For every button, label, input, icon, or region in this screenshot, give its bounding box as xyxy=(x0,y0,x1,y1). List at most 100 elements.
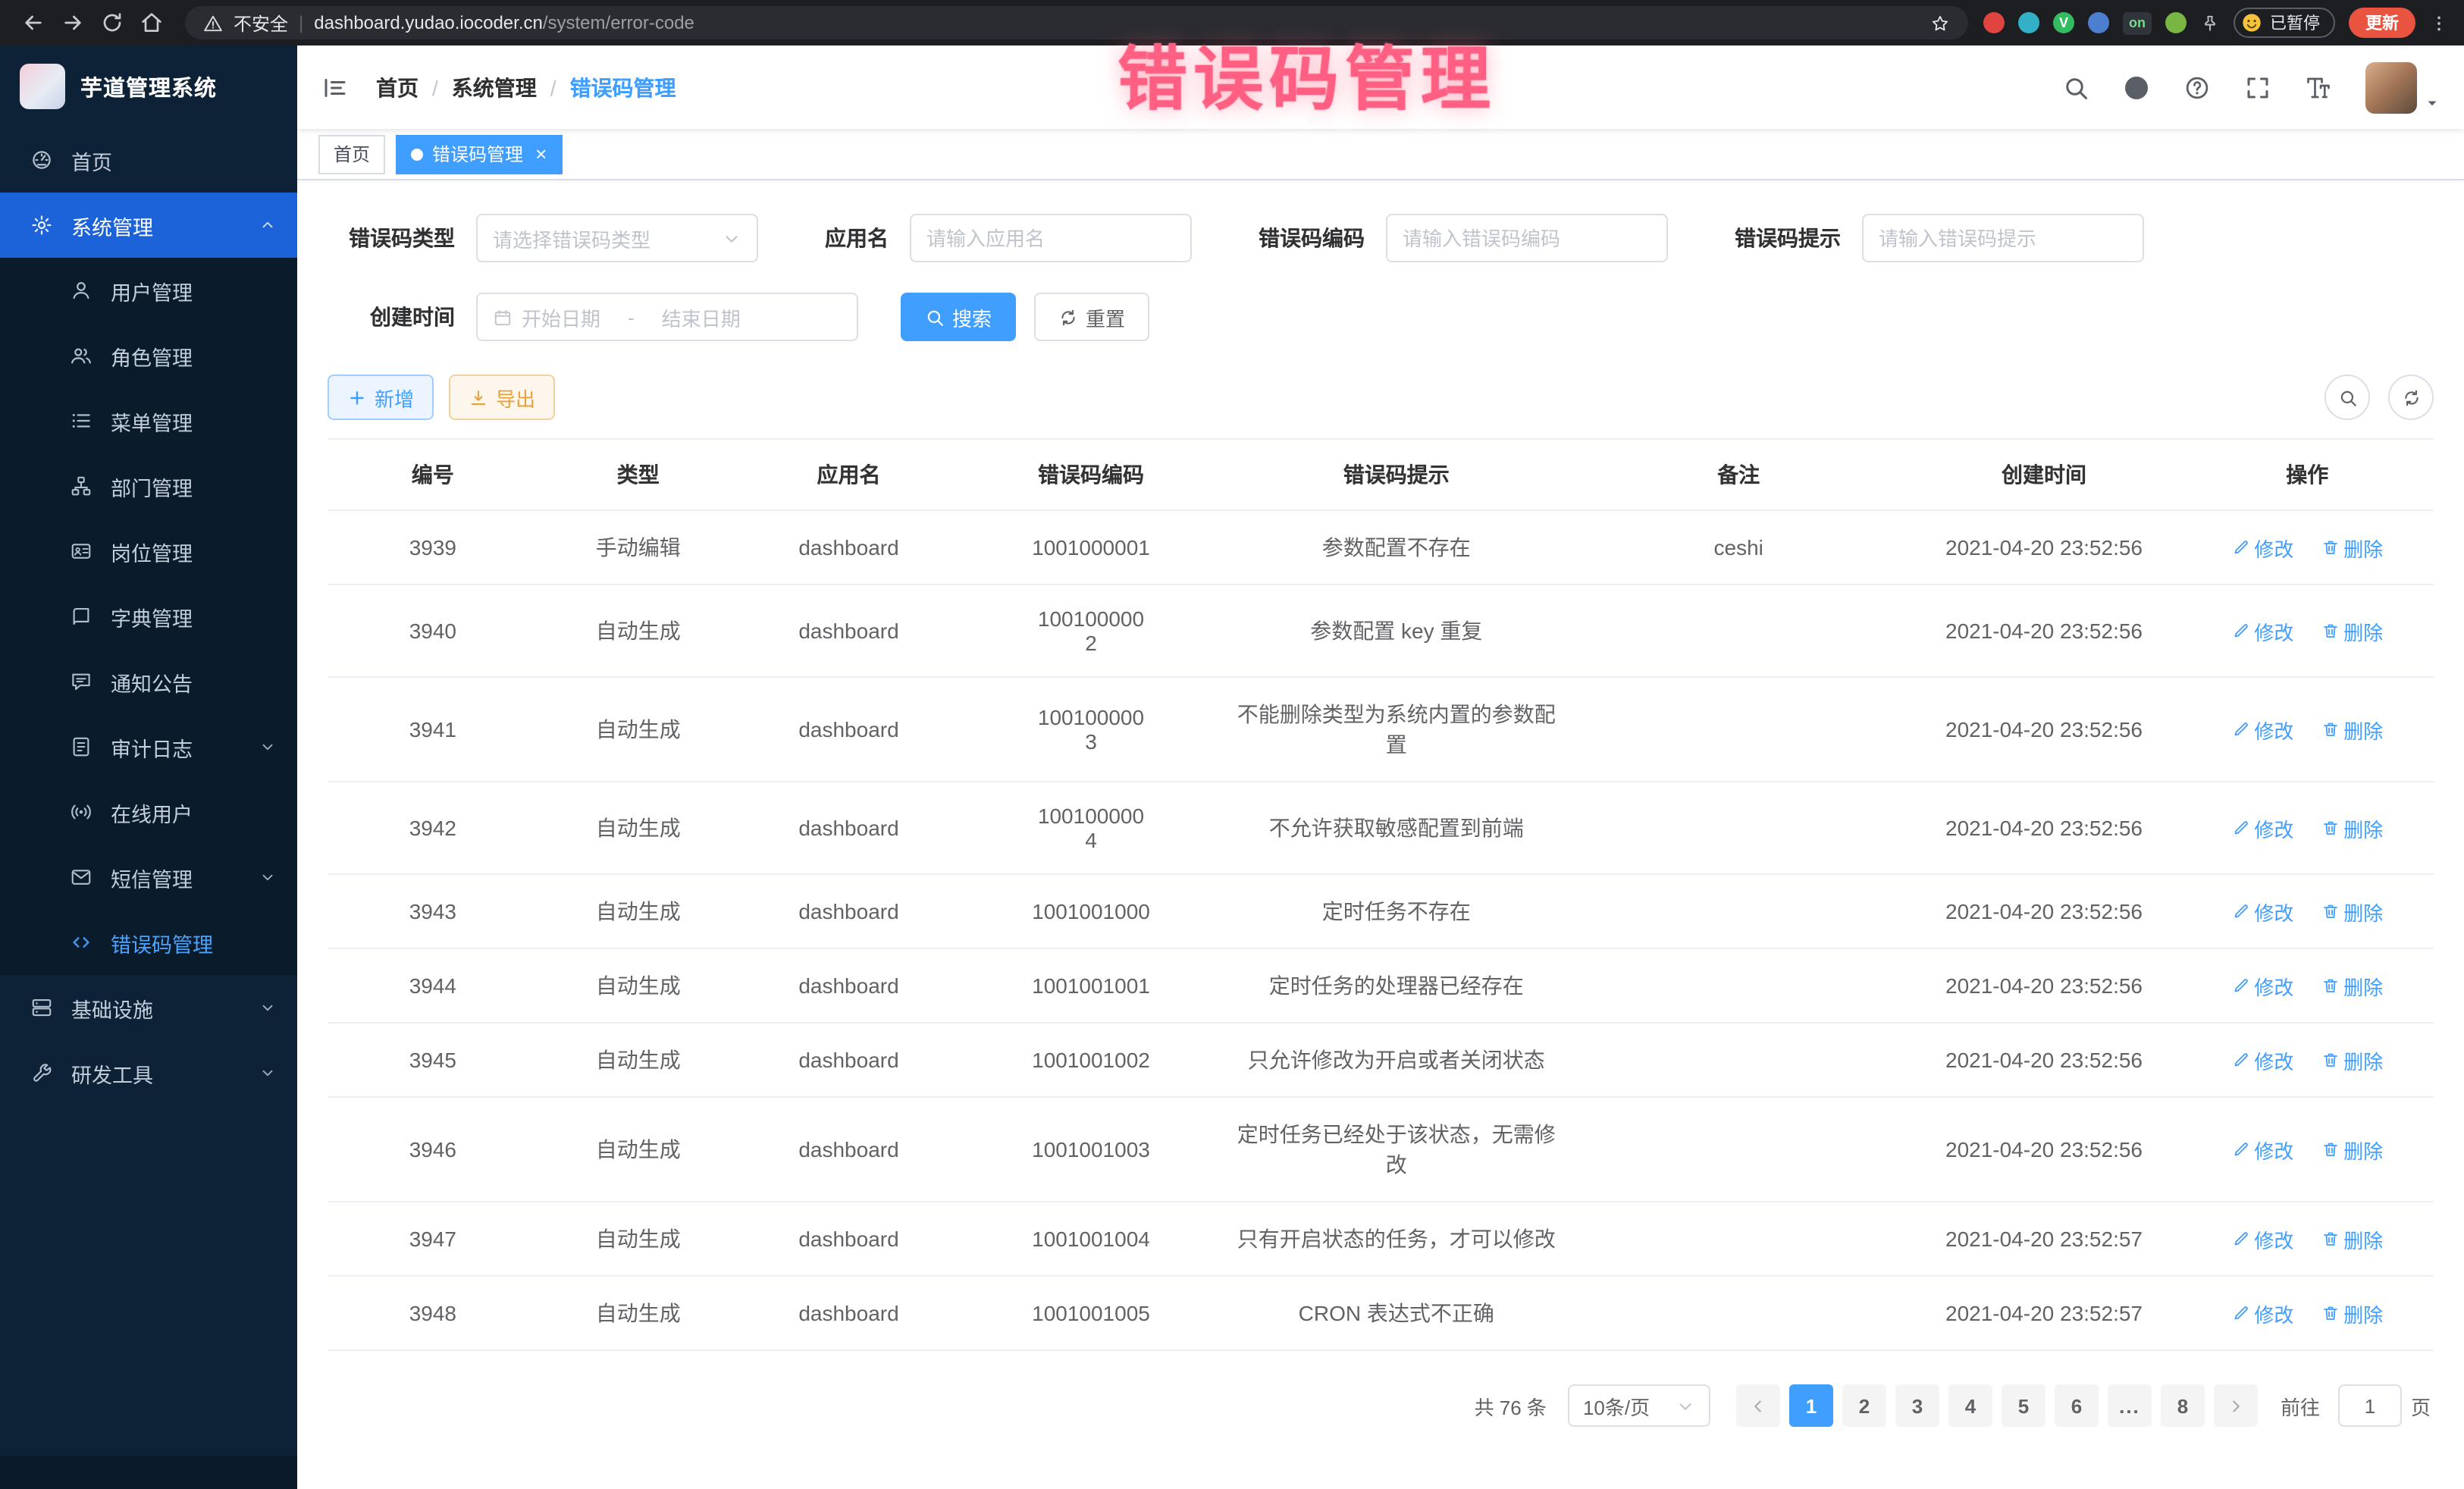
menu-item-label: 基础设施 xyxy=(71,992,153,1023)
bookmark-star-icon[interactable] xyxy=(1930,13,1950,33)
reset-button[interactable]: 重置 xyxy=(1034,293,1149,341)
vue-devtools-icon[interactable]: V xyxy=(2053,12,2074,33)
pager-page-5[interactable]: 5 xyxy=(2002,1384,2045,1427)
tab-error-code[interactable]: 错误码管理 × xyxy=(396,134,562,174)
extension-on-badge[interactable]: on xyxy=(2123,11,2152,34)
browser-home-button[interactable] xyxy=(133,5,170,41)
breadcrumb-home[interactable]: 首页 xyxy=(376,72,419,102)
profile-chip[interactable]: 已暂停 xyxy=(2234,8,2335,38)
sidebar-item-online-user[interactable]: 在线用户 xyxy=(0,779,297,845)
sidebar-item-notice[interactable]: 通知公告 xyxy=(0,649,297,714)
sidebar-item-post-management[interactable]: 岗位管理 xyxy=(0,519,297,584)
update-button[interactable]: 更新 xyxy=(2349,8,2415,38)
sidebar-item-sms-management[interactable]: 短信管理 xyxy=(0,845,297,910)
menu-item-label: 通知公告 xyxy=(111,666,193,697)
tab-close-icon[interactable]: × xyxy=(535,144,547,164)
delete-link[interactable]: 删除 xyxy=(2321,1224,2383,1253)
add-button[interactable]: 新增 xyxy=(328,375,434,420)
fullscreen-icon[interactable] xyxy=(2244,74,2271,101)
extension-icon-blue[interactable] xyxy=(2088,12,2109,33)
cell-time: 2021-04-20 23:52:57 xyxy=(1907,1202,2180,1276)
edit-link[interactable]: 修改 xyxy=(2231,813,2293,842)
cell-code: 1001001002 xyxy=(959,1023,1222,1097)
export-button[interactable]: 导出 xyxy=(449,375,555,420)
delete-link[interactable]: 删除 xyxy=(2321,1135,2383,1164)
sidebar-item-error-code-management[interactable]: 错误码管理 xyxy=(0,910,297,975)
app-title: 芋道管理系统 xyxy=(80,71,217,102)
menu-item-icon xyxy=(70,344,92,367)
browser-reload-button[interactable] xyxy=(94,5,130,41)
github-icon[interactable] xyxy=(2123,74,2150,101)
trash-icon xyxy=(2321,1304,2339,1322)
error-msg-input[interactable] xyxy=(1862,214,2144,262)
sidebar-item-home[interactable]: 首页 xyxy=(0,127,297,193)
error-code-input[interactable] xyxy=(1386,214,1668,262)
extension-icon-red[interactable] xyxy=(1983,12,2005,33)
edit-link[interactable]: 修改 xyxy=(2231,1299,2293,1328)
app-name-input[interactable] xyxy=(910,214,1192,262)
header-search-icon[interactable] xyxy=(2062,74,2089,101)
cell-code: 1001000002 xyxy=(959,585,1222,677)
pager-page-1[interactable]: 1 xyxy=(1789,1384,1833,1427)
delete-link[interactable]: 删除 xyxy=(2321,1299,2383,1328)
edit-link[interactable]: 修改 xyxy=(2231,616,2293,645)
menu-arrow-icon xyxy=(259,869,276,886)
browser-forward-button[interactable] xyxy=(55,5,91,41)
extensions-pin-icon[interactable] xyxy=(2200,13,2220,33)
edit-link[interactable]: 修改 xyxy=(2231,1135,2293,1164)
sidebar-item-user-management[interactable]: 用户管理 xyxy=(0,258,297,323)
user-avatar[interactable] xyxy=(2365,61,2440,113)
edit-link[interactable]: 修改 xyxy=(2231,897,2293,926)
sidebar-item-audit-log[interactable]: 审计日志 xyxy=(0,714,297,779)
delete-link[interactable]: 删除 xyxy=(2321,533,2383,562)
edit-link[interactable]: 修改 xyxy=(2231,533,2293,562)
delete-link[interactable]: 删除 xyxy=(2321,616,2383,645)
cell-remark xyxy=(1570,1202,1907,1276)
pager-next[interactable] xyxy=(2214,1384,2258,1427)
browser-menu-icon[interactable] xyxy=(2429,13,2449,33)
address-bar[interactable]: 不安全 | dashboard.yudao.iocoder.cn/system/… xyxy=(185,6,1968,39)
pager-page-4[interactable]: 4 xyxy=(1948,1384,1992,1427)
page-size-select[interactable]: 10条/页 xyxy=(1568,1384,1710,1427)
delete-link[interactable]: 删除 xyxy=(2321,971,2383,1000)
edit-link[interactable]: 修改 xyxy=(2231,1224,2293,1253)
hamburger-icon[interactable] xyxy=(321,74,349,101)
sidebar-item-dept-management[interactable]: 部门管理 xyxy=(0,453,297,519)
edit-link[interactable]: 修改 xyxy=(2231,715,2293,744)
font-size-icon[interactable] xyxy=(2305,74,2332,101)
pager-more[interactable]: ... xyxy=(2108,1384,2152,1427)
extension-icon-leaf[interactable] xyxy=(2165,12,2187,33)
error-type-select[interactable]: 请选择错误码类型 xyxy=(476,214,758,262)
sidebar-item-menu-management[interactable]: 菜单管理 xyxy=(0,388,297,453)
toggle-search-button[interactable] xyxy=(2324,375,2370,420)
sidebar-item-system-management[interactable]: 系统管理 xyxy=(0,193,297,258)
date-range-picker[interactable]: 开始日期 - 结束日期 xyxy=(476,293,858,341)
sidebar-item-infrastructure[interactable]: 基础设施 xyxy=(0,975,297,1040)
pager-page-8[interactable]: 8 xyxy=(2161,1384,2205,1427)
search-button[interactable]: 搜索 xyxy=(901,293,1016,341)
goto-page-input[interactable] xyxy=(2338,1384,2402,1427)
pager-page-2[interactable]: 2 xyxy=(1842,1384,1886,1427)
tab-home[interactable]: 首页 xyxy=(318,134,385,174)
sidebar-item-dev-tools[interactable]: 研发工具 xyxy=(0,1040,297,1105)
sidebar-item-dict-management[interactable]: 字典管理 xyxy=(0,584,297,649)
pager-page-3[interactable]: 3 xyxy=(1895,1384,1939,1427)
add-button-label: 新增 xyxy=(375,383,414,412)
help-icon[interactable] xyxy=(2183,74,2211,101)
extension-icon-teal[interactable] xyxy=(2018,12,2039,33)
app-logo[interactable]: 芋道管理系统 xyxy=(0,45,297,127)
breadcrumb-system[interactable]: 系统管理 xyxy=(452,72,537,102)
pager-page-6[interactable]: 6 xyxy=(2055,1384,2099,1427)
browser-back-button[interactable] xyxy=(15,5,52,41)
delete-link[interactable]: 删除 xyxy=(2321,1045,2383,1074)
edit-link[interactable]: 修改 xyxy=(2231,1045,2293,1074)
menu-item-label: 菜单管理 xyxy=(111,406,193,436)
edit-link[interactable]: 修改 xyxy=(2231,971,2293,1000)
pager-prev[interactable] xyxy=(1736,1384,1780,1427)
sidebar-item-role-management[interactable]: 角色管理 xyxy=(0,323,297,388)
annotation-title: 错误码管理 xyxy=(1118,24,1497,124)
refresh-table-button[interactable] xyxy=(2388,375,2434,420)
delete-link[interactable]: 删除 xyxy=(2321,897,2383,926)
delete-link[interactable]: 删除 xyxy=(2321,813,2383,842)
delete-link[interactable]: 删除 xyxy=(2321,715,2383,744)
